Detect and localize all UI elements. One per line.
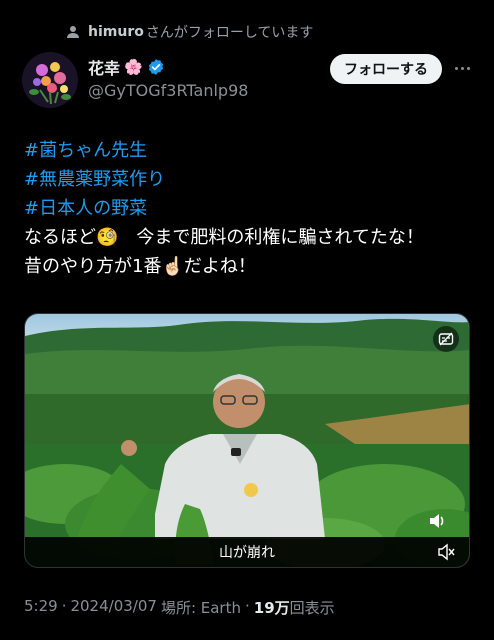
social-context-text: さんがフォローしています [145, 25, 314, 41]
separator-dot: · [61, 597, 67, 615]
volume-icon[interactable] [427, 511, 447, 531]
mute-icon[interactable] [437, 543, 455, 561]
post-location: 場所: Earth [160, 599, 241, 617]
avatar[interactable] [22, 52, 78, 108]
hashtag-link[interactable]: #無農薬野菜作り [24, 165, 474, 194]
view-count-label: 回表示 [289, 599, 335, 617]
author-display-name[interactable]: 花幸 [88, 55, 120, 79]
hashtag-link[interactable]: #菌ちゃん先生 [24, 136, 474, 165]
post-text-line: なるほど🧐 今まで肥料の利権に騙されてたな！ [24, 227, 424, 248]
video-player[interactable]: 山が崩れ [24, 313, 470, 568]
video-subtitle: 山が崩れ [25, 537, 469, 567]
follower-name[interactable]: himuro [88, 24, 144, 40]
view-count-number: 19万 [253, 599, 290, 617]
captions-icon[interactable] [433, 326, 459, 352]
author-handle[interactable]: @GyTOGf3RTanlp98 [88, 80, 248, 102]
person-icon [67, 26, 79, 38]
post-time[interactable]: 5:29 [24, 597, 58, 618]
more-options-icon[interactable] [450, 58, 474, 78]
social-context[interactable]: himuro さんがフォローしています [66, 20, 313, 44]
post-metadata: 5:29 · 2024/03/07 場所: Earth · 19万回表示 [24, 597, 335, 618]
video-frame [25, 314, 469, 567]
author-name-row[interactable]: 花幸 🌸 [88, 56, 165, 78]
post-text-line: 昔のやり方が1番☝🏻だよね！ [24, 256, 256, 277]
separator-dot: · [244, 597, 250, 615]
post-date[interactable]: 2024/03/07 [70, 597, 156, 618]
post-text: #菌ちゃん先生 #無農薬野菜作り #日本人の野菜 なるほど🧐 今まで肥料の利権に… [24, 136, 474, 281]
follow-button[interactable]: フォローする [330, 54, 442, 84]
hashtag-link[interactable]: #日本人の野菜 [24, 194, 474, 223]
flower-bouquet-image [22, 52, 78, 108]
view-count: 19万回表示 [254, 597, 335, 618]
author-emoji: 🌸 [124, 58, 143, 76]
verified-badge-icon [148, 59, 163, 75]
